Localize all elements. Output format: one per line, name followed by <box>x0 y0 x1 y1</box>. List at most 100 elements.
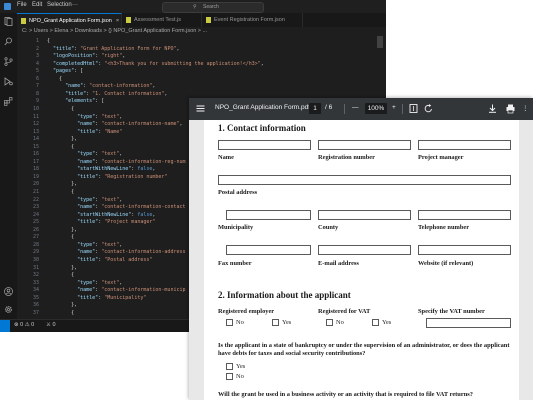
code-line[interactable]: 6 { <box>17 76 377 84</box>
remote-indicator[interactable] <box>0 320 10 332</box>
zoom-in-button[interactable]: + <box>392 104 396 111</box>
print-icon[interactable] <box>505 103 516 114</box>
code-line[interactable]: 4 "completedHtml": "<h3>Thank you for su… <box>17 61 377 69</box>
project-manager-field[interactable] <box>418 140 511 150</box>
code-text: "startWithNewLine": false, <box>77 166 156 173</box>
vat-no-checkbox[interactable] <box>326 319 333 326</box>
line-number: 4 <box>35 60 39 67</box>
bankruptcy-no-checkbox[interactable] <box>226 373 233 380</box>
field-label: Project manager <box>418 154 464 161</box>
postal-address-field[interactable] <box>218 175 511 185</box>
telephone-number-field[interactable] <box>418 210 511 220</box>
field-label: County <box>318 224 339 231</box>
extensions-icon[interactable] <box>4 97 13 106</box>
zoom-level-input[interactable]: 100% <box>365 103 387 114</box>
line-number: 33 <box>32 279 39 286</box>
close-icon[interactable]: × <box>116 18 119 24</box>
line-number: 13 <box>32 128 39 135</box>
fax-number-field[interactable] <box>226 245 311 255</box>
source-control-icon[interactable] <box>4 57 13 66</box>
scrollbar-thumb[interactable] <box>377 36 383 48</box>
registered-employer-no-checkbox[interactable] <box>226 319 233 326</box>
code-line[interactable]: 5 "pages": [ <box>17 68 377 76</box>
tab-npo-grant-json[interactable]: NPO_Grant Application Form.json × <box>17 13 122 28</box>
menu-more[interactable]: ··· <box>72 2 78 8</box>
vat-yes-checkbox[interactable] <box>372 319 379 326</box>
json-file-icon <box>206 16 211 23</box>
code-text: { <box>47 105 75 112</box>
code-text: "type": "text", <box>77 241 123 248</box>
code-line[interactable]: 2 "title": "Grant Application Form for N… <box>17 46 377 54</box>
menu-file[interactable]: File <box>17 2 27 8</box>
code-text: }, <box>47 264 78 271</box>
zoom-out-button[interactable]: — <box>352 104 359 111</box>
run-debug-icon[interactable] <box>4 77 13 86</box>
line-number: 29 <box>32 249 39 256</box>
tab-event-registration-json[interactable]: Event Registration Form.json <box>202 13 303 27</box>
pdf-filename: NPO_Grant Application Form.pdf <box>215 104 311 111</box>
code-line[interactable]: 7 "name": "contact-information", <box>17 83 377 91</box>
code-text: "name": "contact-information-contact <box>77 204 186 211</box>
json-file-icon <box>21 17 26 24</box>
field-label: Postal address <box>218 189 258 196</box>
ports-status[interactable]: ⚔ 0 <box>46 322 56 328</box>
option-label: No <box>236 373 244 380</box>
problems-status[interactable]: ⊗ 0 ⚠ 0 <box>14 322 34 328</box>
code-text: "type": "text", <box>77 151 123 158</box>
fit-page-icon[interactable] <box>408 103 419 114</box>
website-field[interactable] <box>418 245 511 255</box>
pdf-viewer-window: NPO_Grant Application Form.pdf 1 / 6 — 1… <box>189 98 533 400</box>
option-label: Yes <box>236 363 246 370</box>
line-number: 18 <box>32 166 39 173</box>
code-text: }, <box>47 136 78 143</box>
bankruptcy-question: Is the applicant in a state of bankruptc… <box>218 342 510 357</box>
account-icon[interactable] <box>4 287 13 296</box>
line-number: 20 <box>32 181 39 188</box>
field-label: Registered employer <box>218 308 275 315</box>
search-icon[interactable] <box>4 37 13 46</box>
section-title: 1. Contact information <box>218 123 306 133</box>
command-search-box[interactable]: ⚲ Search <box>162 2 264 13</box>
tab-assessment-test-js[interactable]: Assessment Test.js <box>122 13 202 27</box>
rotate-icon[interactable] <box>423 103 434 114</box>
code-text: "title": "1. Contact information", <box>65 90 168 97</box>
municipality-field[interactable] <box>226 210 311 220</box>
code-text: { <box>47 272 75 279</box>
code-text: "title": "Grant Application Form for NPO… <box>53 45 180 52</box>
line-number: 14 <box>32 136 39 143</box>
code-text: "title": "Registration number" <box>77 173 168 180</box>
code-text: }, <box>47 181 78 188</box>
county-field[interactable] <box>318 210 411 220</box>
code-text: { <box>47 75 63 82</box>
line-number: 7 <box>35 83 39 90</box>
registration-number-field[interactable] <box>318 140 411 150</box>
name-field[interactable] <box>218 140 311 150</box>
download-icon[interactable] <box>487 103 498 114</box>
tab-label: Assessment Test.js <box>134 17 181 23</box>
settings-icon[interactable] <box>4 305 13 314</box>
registered-employer-yes-checkbox[interactable] <box>272 319 279 326</box>
page-number-input[interactable]: 1 <box>309 103 321 114</box>
line-number: 22 <box>32 196 39 203</box>
line-number: 9 <box>35 98 39 105</box>
menu-icon[interactable] <box>195 103 206 114</box>
email-address-field[interactable] <box>318 245 411 255</box>
bankruptcy-yes-checkbox[interactable] <box>226 363 233 370</box>
code-line[interactable]: 1{ <box>17 38 377 46</box>
section-title: 2. Information about the applicant <box>218 290 351 300</box>
vscode-logo-icon <box>4 3 11 10</box>
explorer-icon[interactable] <box>4 17 13 26</box>
more-actions-icon[interactable]: ⋮ <box>522 104 529 112</box>
vat-number-field[interactable] <box>426 318 511 328</box>
menu-edit[interactable]: Edit <box>32 2 42 8</box>
code-text: "completedHtml": "<h3>Thank you for subm… <box>53 60 264 67</box>
line-number: 21 <box>32 189 39 195</box>
field-label: E-mail address <box>318 260 359 267</box>
code-text: "title": "Name" <box>77 128 123 135</box>
breadcrumb[interactable]: C: > Users > Elena > Downloads > {} NPO_… <box>22 28 207 34</box>
line-number: 36 <box>32 302 39 309</box>
menu-selection[interactable]: Selection <box>47 2 72 8</box>
page-total: / 6 <box>325 104 333 111</box>
code-line[interactable]: 3 "logoPosition": "right", <box>17 53 377 61</box>
code-text: "startWithNewLine": false, <box>77 211 156 218</box>
